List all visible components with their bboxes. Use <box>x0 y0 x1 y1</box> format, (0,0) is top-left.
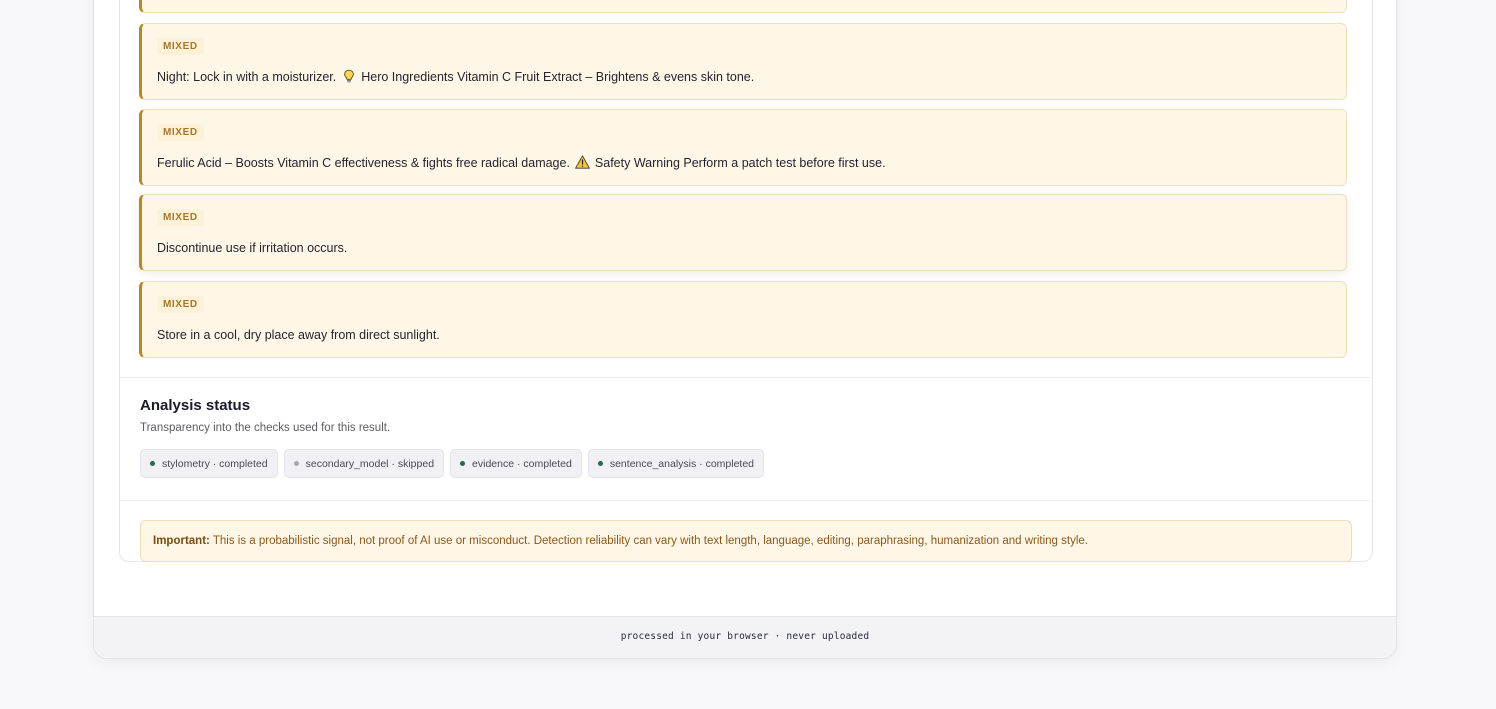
sentence-item[interactable]: MIXED Ferulic Acid – Boosts Vitamin C ef… <box>139 109 1347 186</box>
section-divider <box>120 500 1372 501</box>
check-label: evidence · completed <box>472 457 572 470</box>
check-label: stylometry · completed <box>162 457 268 470</box>
analysis-checks: stylometry · completed secondary_model ·… <box>140 449 765 478</box>
analysis-status-title: Analysis status <box>140 397 251 414</box>
footer-text: processed in your browser · never upload… <box>620 631 870 642</box>
check-chip-secondary-model: secondary_model · skipped <box>283 449 445 478</box>
sentence-text-part: Ferulic Acid – Boosts Vitamin C effectiv… <box>157 156 570 170</box>
sentence-item[interactable]: MIXED Store in a cool, dry place away fr… <box>139 281 1347 358</box>
check-chip-stylometry: stylometry · completed <box>140 449 278 478</box>
notice-label: Important: <box>153 535 210 547</box>
sentence-text: Night: Lock in with a moisturizer. Hero … <box>157 69 754 85</box>
result-card: MIXED Night: Lock in with a moisturizer.… <box>119 0 1373 562</box>
status-dot-icon <box>597 461 603 466</box>
warning-icon <box>575 155 591 169</box>
sentence-text-part: Night: Lock in with a moisturizer. <box>157 70 337 84</box>
lightbulb-icon <box>342 69 356 83</box>
mixed-badge: MIXED <box>157 124 204 141</box>
analysis-status-subtitle: Transparency into the checks used for th… <box>140 422 391 434</box>
footer-bar: processed in your browser · never upload… <box>94 616 1396 658</box>
check-chip-evidence: evidence · completed <box>450 449 582 478</box>
status-dot-icon <box>460 461 466 466</box>
notice-text: This is a probabilistic signal, not proo… <box>212 535 1088 547</box>
mixed-badge: MIXED <box>157 296 204 313</box>
sentence-text: Store in a cool, dry place away from dir… <box>157 328 440 342</box>
check-label: sentence_analysis · completed <box>609 457 755 470</box>
status-dot-icon <box>150 461 155 466</box>
section-divider <box>120 377 1372 378</box>
status-dot-icon <box>293 461 299 466</box>
mixed-badge: MIXED <box>157 209 204 226</box>
sentence-text: Discontinue use if irritation occurs. <box>157 241 348 255</box>
disclaimer-notice: Important: This is a probabilistic signa… <box>140 520 1352 562</box>
mixed-badge: MIXED <box>157 38 204 55</box>
check-chip-sentence-analysis: sentence_analysis · completed <box>587 449 765 478</box>
sentence-text: Ferulic Acid – Boosts Vitamin C effectiv… <box>157 155 886 171</box>
app-shell: MIXED Night: Lock in with a moisturizer.… <box>93 0 1397 659</box>
check-label: secondary_model · skipped <box>305 457 435 470</box>
sentence-item[interactable]: MIXED Night: Lock in with a moisturizer.… <box>139 23 1347 100</box>
sentence-text-part: Hero Ingredients Vitamin C Fruit Extract… <box>361 70 755 84</box>
sentence-item[interactable] <box>139 0 1347 13</box>
sentence-text-part: Safety Warning Perform a patch test befo… <box>594 156 886 170</box>
sentence-item[interactable]: MIXED Discontinue use if irritation occu… <box>139 194 1347 271</box>
